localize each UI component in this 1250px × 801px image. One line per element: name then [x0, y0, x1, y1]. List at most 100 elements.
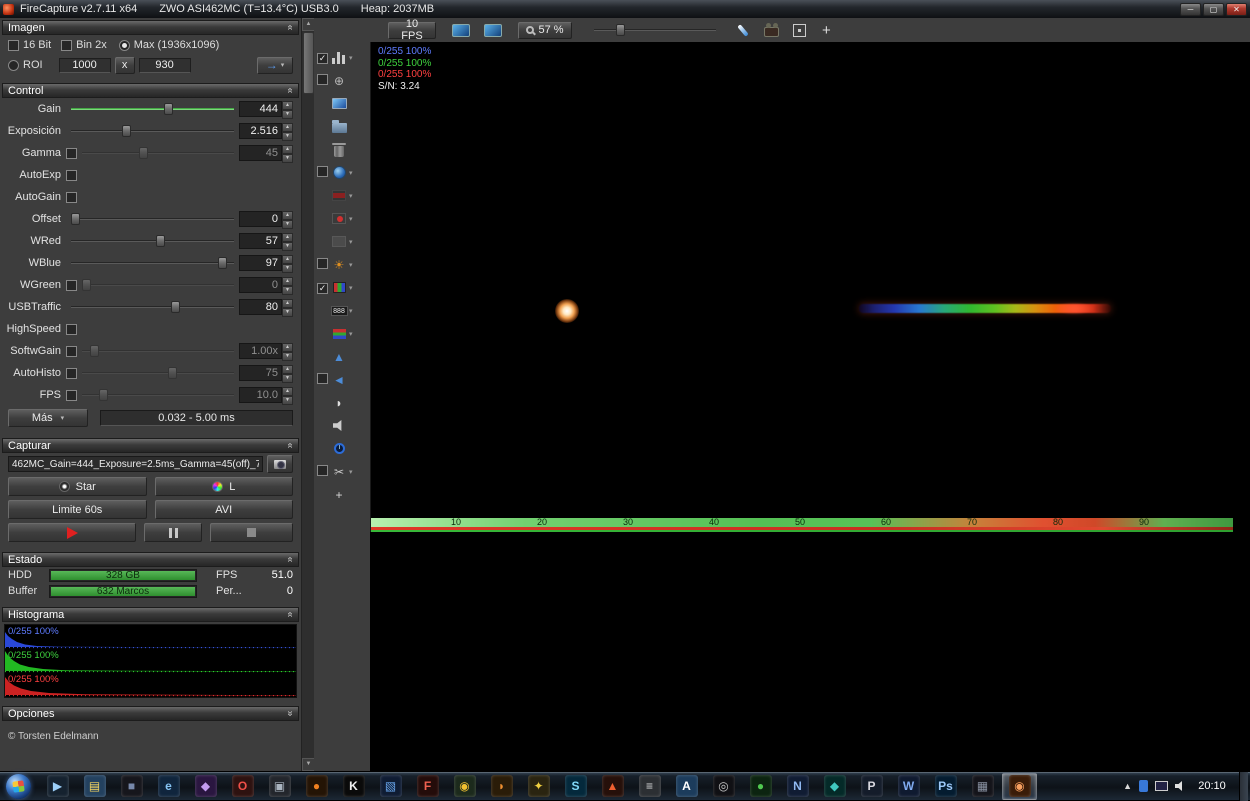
capturar-header[interactable]: Capturar «	[2, 438, 299, 453]
spinner[interactable]: ▲ ▼	[282, 211, 293, 229]
wgreen-slider[interactable]	[82, 277, 234, 293]
histogram-panel-icon-checkbox[interactable]: ✓	[317, 52, 328, 64]
digits-overlay-icon[interactable]: 888	[330, 305, 348, 316]
gain-slider[interactable]	[71, 101, 234, 117]
wand-icon[interactable]	[736, 23, 750, 38]
spinner[interactable]: ▲ ▼	[282, 277, 293, 295]
spin-up-icon[interactable]: ▲	[282, 343, 293, 352]
panel-scrollbar[interactable]: ▲ ▼	[301, 18, 315, 771]
spinner[interactable]: ▲ ▼	[282, 365, 293, 383]
reticle-icon-checkbox[interactable]	[317, 73, 328, 85]
taskbar-skype[interactable]: S	[558, 773, 593, 800]
spin-up-icon[interactable]: ▲	[282, 101, 293, 110]
minimize-button[interactable]: ─	[1180, 2, 1201, 16]
spin-up-icon[interactable]: ▲	[282, 145, 293, 154]
snapshot-button[interactable]	[267, 455, 293, 473]
speaker-icon[interactable]	[330, 420, 348, 431]
trash-icon[interactable]	[330, 142, 348, 157]
spin-up-icon[interactable]: ▲	[282, 387, 293, 396]
contrast-icon[interactable]: ◗	[330, 396, 348, 410]
taskbar-app-green[interactable]: ●	[743, 773, 778, 800]
stop-button[interactable]	[210, 523, 293, 542]
spin-up-icon[interactable]: ▲	[282, 365, 293, 374]
taskbar-capture-active[interactable]: ◉	[1002, 772, 1037, 800]
rec-settings-icon[interactable]	[330, 213, 348, 224]
softwgain-value[interactable]: 1.00x ▲ ▼	[239, 343, 293, 361]
show-hidden-icons[interactable]: ▲	[1123, 781, 1132, 791]
film-camera-icon[interactable]	[764, 22, 779, 37]
limit-button[interactable]: Limite 60s	[8, 500, 147, 519]
spin-down-icon[interactable]: ▼	[282, 308, 293, 317]
taskbar-camera-app[interactable]: ◎	[706, 773, 741, 800]
collapse-icon[interactable]: «	[285, 443, 296, 449]
taskbar-asi-app[interactable]: A	[669, 773, 704, 800]
usbtraffic-value[interactable]: 80 ▲ ▼	[239, 299, 293, 317]
taskbar-explorer[interactable]: ▤	[77, 773, 112, 800]
monitor-preview-icon[interactable]	[484, 23, 502, 37]
gamma-slider[interactable]	[82, 145, 234, 161]
display-tray-icon[interactable]	[1155, 781, 1168, 791]
spinner[interactable]: ▲ ▼	[282, 233, 293, 251]
screenshot-icon[interactable]	[330, 98, 348, 109]
more-button[interactable]: Más ▾	[8, 409, 88, 427]
taskbar-app-orange[interactable]: ●	[299, 773, 334, 800]
wred-slider[interactable]	[71, 233, 234, 249]
spin-up-icon[interactable]: ▲	[282, 233, 293, 242]
record-button[interactable]	[8, 523, 136, 542]
spinner[interactable]: ▲ ▼	[282, 101, 293, 119]
max-radio[interactable]	[118, 39, 130, 51]
sun-marker-icon[interactable]: ☀	[330, 258, 348, 272]
collapse-icon[interactable]: «	[285, 557, 296, 563]
spin-up-icon[interactable]: ▲	[282, 211, 293, 220]
spin-down-icon[interactable]: ▼	[282, 396, 293, 405]
imagen-header[interactable]: Imagen «	[2, 20, 299, 35]
spin-down-icon[interactable]: ▼	[282, 220, 293, 229]
spin-up-icon[interactable]: ▲	[282, 299, 293, 308]
highspeed-checkbox[interactable]	[66, 323, 77, 335]
softwgain-checkbox[interactable]	[66, 345, 77, 357]
autohisto-slider[interactable]	[82, 365, 234, 381]
web-upload-icon-dropdown[interactable]: ▾	[349, 169, 353, 177]
spin-down-icon[interactable]: ▼	[282, 286, 293, 295]
close-button[interactable]: ✕	[1226, 2, 1247, 16]
add-view-icon[interactable]: +	[822, 23, 831, 38]
taskbar-chrome[interactable]: ◉	[447, 773, 482, 800]
offset-slider[interactable]	[71, 211, 234, 227]
slider-thumb[interactable]	[89, 345, 99, 357]
taskbar-firecapture[interactable]: F	[410, 773, 445, 800]
sun-marker-icon-dropdown[interactable]: ▾	[349, 261, 353, 269]
cut-icon-dropdown[interactable]: ▾	[349, 468, 353, 476]
roi-x-button[interactable]: x	[114, 56, 135, 74]
offset-value[interactable]: 0 ▲ ▼	[239, 211, 293, 229]
wblue-value[interactable]: 97 ▲ ▼	[239, 255, 293, 273]
collapse-icon[interactable]: «	[285, 88, 296, 94]
taskbar-k-app[interactable]: K	[336, 773, 371, 800]
taskbar-app-blue[interactable]: ▧	[373, 773, 408, 800]
scrollbar-thumb[interactable]	[303, 32, 314, 94]
spinner[interactable]: ▲ ▼	[282, 145, 293, 163]
gamma-checkbox[interactable]	[66, 147, 77, 159]
spin-up-icon[interactable]: ▲	[282, 123, 293, 132]
wgreen-value[interactable]: 0 ▲ ▼	[239, 277, 293, 295]
web-upload-icon[interactable]	[330, 166, 348, 179]
softwgain-slider[interactable]	[82, 343, 234, 359]
show-desktop-button[interactable]	[1239, 771, 1248, 801]
opciones-header[interactable]: Opciones «	[2, 706, 299, 721]
roi-radio[interactable]	[8, 59, 19, 71]
taskbar-ie[interactable]: e	[151, 773, 186, 800]
fps-slider[interactable]	[82, 387, 234, 403]
taskbar-opera[interactable]: O	[225, 773, 260, 800]
exposición-slider[interactable]	[71, 123, 234, 139]
taskbar-app-violet[interactable]: ◆	[188, 773, 223, 800]
slider-thumb[interactable]	[163, 103, 173, 115]
monitor-icon[interactable]	[452, 23, 470, 37]
film-icon[interactable]	[330, 190, 348, 201]
spin-up-icon[interactable]: ▲	[282, 255, 293, 264]
web-upload-icon-checkbox[interactable]	[317, 165, 328, 177]
rec-settings-icon-dropdown[interactable]: ▾	[349, 215, 353, 223]
star-mode-button[interactable]: Star	[8, 477, 147, 496]
start-button[interactable]	[6, 773, 31, 799]
zoom-slider[interactable]	[594, 23, 716, 37]
fps-display-button[interactable]: 10 FPS	[388, 18, 436, 42]
spin-up-icon[interactable]: ▲	[282, 277, 293, 286]
